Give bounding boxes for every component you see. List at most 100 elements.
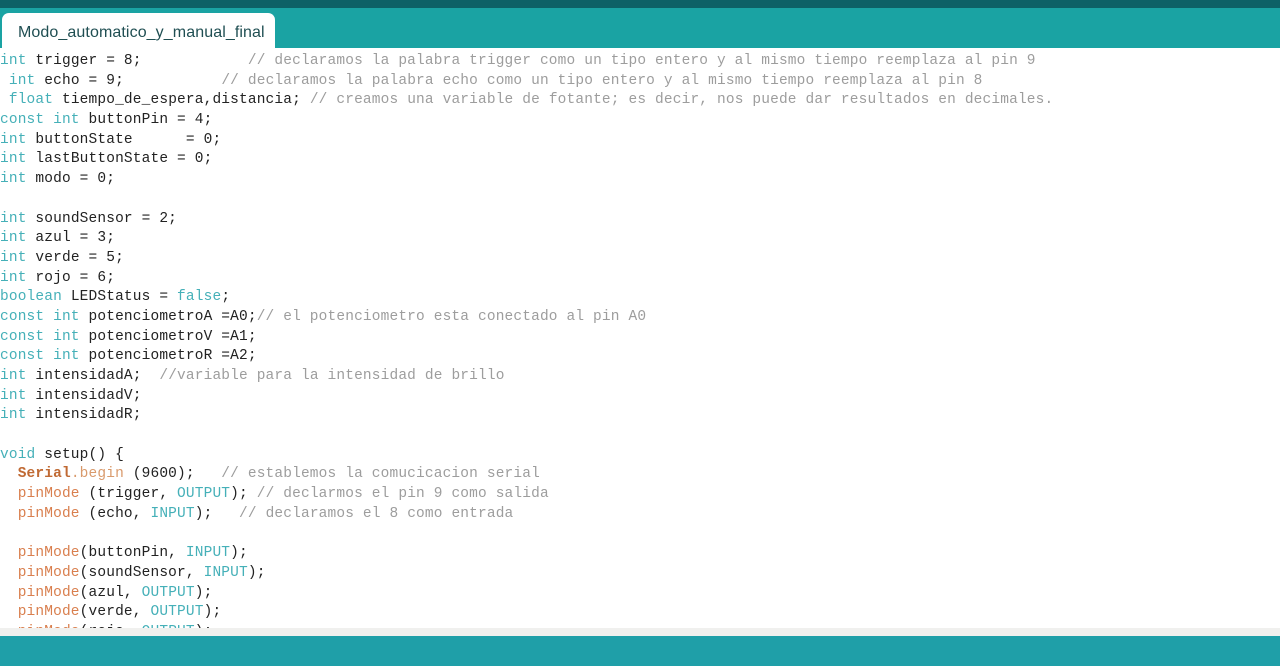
code-token-kw: int xyxy=(0,53,27,69)
code-line: int modo = 0; xyxy=(0,170,1280,190)
code-token-fn: pinMode xyxy=(17,505,80,522)
code-line: const int potenciometroV =A1; xyxy=(0,328,1280,348)
code-token-id: potenciometroA =A0; xyxy=(79,308,257,325)
code-line: pinMode(soundSensor, INPUT); xyxy=(0,564,1280,584)
code-editor[interactable]: int trigger = 8; // declaramos la palabr… xyxy=(0,48,1280,636)
code-token-id: (soundSensor, xyxy=(79,564,204,581)
code-token-id: potenciometroV =A1; xyxy=(79,328,257,345)
code-token-id: verde = 5; xyxy=(26,249,124,266)
code-line: const int potenciometroA =A0;// el poten… xyxy=(0,308,1280,328)
code-token-cmt: // establemos la comucicacion serial xyxy=(221,466,540,483)
code-token-id: rojo = 6; xyxy=(26,269,116,286)
code-token-kw: const int xyxy=(0,348,80,365)
code-token-id: lastButtonState = 0; xyxy=(26,151,213,168)
code-line: void setup() { xyxy=(0,446,1280,466)
code-token-id: trigger = 8; xyxy=(26,53,248,69)
code-line: int echo = 9; // declaramos la palabra e… xyxy=(0,72,1280,92)
code-line: pinMode (echo, INPUT); // declaramos el … xyxy=(0,505,1280,525)
code-token-kw: int xyxy=(0,171,27,188)
code-token-fn: pinMode xyxy=(17,604,80,621)
code-token-lit: INPUT xyxy=(185,545,231,562)
tab-sketch-active[interactable]: Modo_automatico_y_manual_final xyxy=(2,13,275,53)
code-token-kw: int xyxy=(0,368,27,384)
code-token-id: (9600); xyxy=(123,466,222,483)
code-token-kw: int xyxy=(0,131,27,148)
code-token-id xyxy=(0,565,18,581)
code-token-kw: const int xyxy=(0,328,80,345)
code-line: int azul = 3; xyxy=(0,229,1280,249)
code-token-lit: OUTPUT xyxy=(141,584,195,601)
code-token-id: echo = 9; xyxy=(35,72,222,89)
code-token-id: potenciometroR =A2; xyxy=(79,348,257,365)
code-token-id: buttonState = 0; xyxy=(26,131,222,148)
code-token-kw: float xyxy=(8,92,54,109)
code-token-id: ); xyxy=(230,486,257,503)
arduino-ide-window: Modo_automatico_y_manual_final int trigg… xyxy=(0,0,1280,666)
code-token-kw: int xyxy=(0,210,27,227)
code-token-id: (buttonPin, xyxy=(79,545,186,562)
code-token-cmt: // creamos una variable de fotante; es d… xyxy=(309,92,1054,109)
code-token-fn: pinMode xyxy=(17,545,80,562)
code-token-id xyxy=(0,466,18,482)
code-token-id: (trigger, xyxy=(79,486,178,503)
code-token-id: intensidadR; xyxy=(26,407,142,424)
code-token-kw: void xyxy=(0,446,36,463)
code-token-id xyxy=(0,486,18,502)
code-token-fn: pinMode xyxy=(17,564,80,581)
code-token-fn: pinMode xyxy=(17,486,80,503)
code-token-id xyxy=(0,73,9,89)
code-line: float tiempo_de_espera,distancia; // cre… xyxy=(0,91,1280,111)
code-token-id xyxy=(0,604,18,620)
code-token-lit: OUTPUT xyxy=(177,486,231,503)
sketch-tab-bar: Modo_automatico_y_manual_final xyxy=(0,8,1280,53)
code-token-id: azul = 3; xyxy=(26,230,116,247)
code-token-cmt: // declarmos el pin 9 como salida xyxy=(256,486,549,503)
code-token-obj: Serial xyxy=(17,466,71,483)
code-token-id: setup() { xyxy=(35,446,124,463)
code-line: int rojo = 6; xyxy=(0,269,1280,289)
code-token-lit: INPUT xyxy=(203,564,248,581)
window-titlebar-strip xyxy=(0,0,1280,8)
code-line: const int buttonPin = 4; xyxy=(0,111,1280,131)
code-token-id: ; xyxy=(221,289,231,306)
code-line: const int potenciometroR =A2; xyxy=(0,347,1280,367)
code-text[interactable]: int trigger = 8; // declaramos la palabr… xyxy=(0,52,1280,636)
code-token-kw: int xyxy=(0,269,27,286)
code-token-id: intensidadV; xyxy=(26,387,142,404)
code-token-id: ); xyxy=(247,564,266,581)
code-token-cmt: // declaramos la palabra trigger como un… xyxy=(247,53,1036,69)
code-line: Serial.begin (9600); // establemos la co… xyxy=(0,465,1280,485)
code-token-lit: OUTPUT xyxy=(150,604,204,621)
code-line: pinMode(azul, OUTPUT); xyxy=(0,584,1280,604)
code-line: pinMode(verde, OUTPUT); xyxy=(0,603,1280,623)
code-token-id: (verde, xyxy=(79,604,151,621)
code-line: int verde = 5; xyxy=(0,249,1280,269)
code-line: int buttonState = 0; xyxy=(0,131,1280,151)
code-token-id xyxy=(0,92,9,108)
code-token-id: LEDStatus = xyxy=(61,289,178,306)
code-token-kw: int xyxy=(0,151,27,168)
code-token-id: intensidadA; xyxy=(26,368,160,384)
code-token-kw: int xyxy=(0,249,27,266)
code-token-id: ); xyxy=(230,545,248,562)
code-token-mth: .begin xyxy=(70,466,124,483)
code-token-cmt: // el potenciometro esta conectado al pi… xyxy=(256,308,647,325)
code-token-kw: int xyxy=(8,72,36,89)
code-token-kw: int xyxy=(0,387,27,404)
code-token-id: ); xyxy=(194,505,240,522)
code-line: int intensidadA; //variable para la inte… xyxy=(0,367,1280,387)
code-token-id: ); xyxy=(203,604,222,621)
code-line: int intensidadV; xyxy=(0,387,1280,407)
code-token-id: soundSensor = 2; xyxy=(26,210,178,227)
tab-label: Modo_automatico_y_manual_final xyxy=(18,24,265,41)
footer-bar xyxy=(0,636,1280,666)
code-token-id: (azul, xyxy=(79,584,142,601)
code-token-cmt: // declaramos la palabra echo como un ti… xyxy=(221,72,983,89)
code-token-kw: const int xyxy=(0,112,80,129)
code-line: boolean LEDStatus = false; xyxy=(0,288,1280,308)
code-token-kw: const int xyxy=(0,308,80,325)
code-token-id: modo = 0; xyxy=(26,171,116,188)
